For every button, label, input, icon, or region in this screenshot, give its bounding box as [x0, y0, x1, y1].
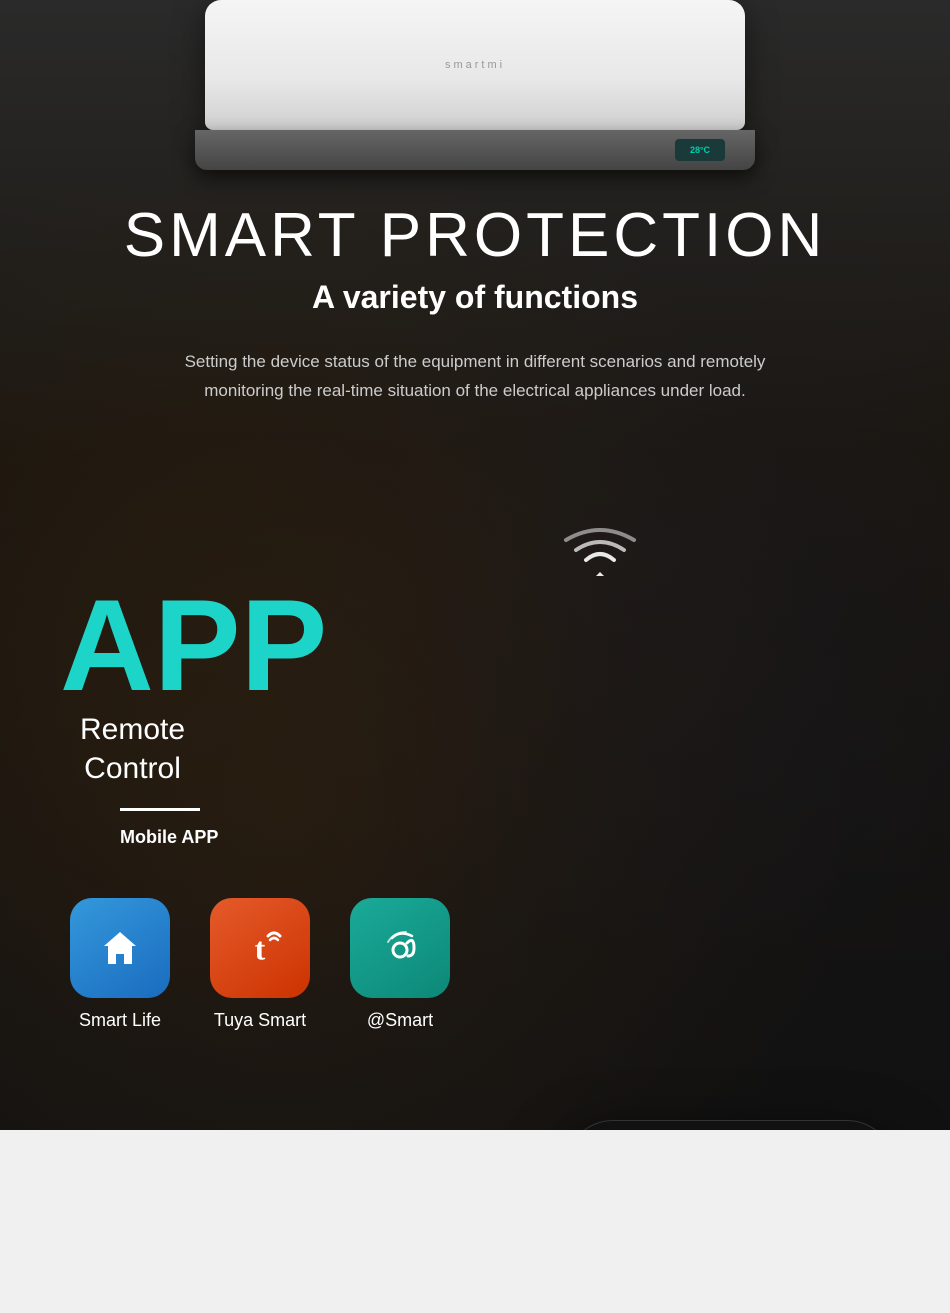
ac-display: 28°C	[675, 139, 725, 161]
at-smart-icon	[350, 898, 450, 998]
split-layout: APP Remote Control Mobile APP	[0, 560, 950, 1031]
hero-description: Setting the device status of the equipme…	[165, 348, 785, 406]
page-wrapper: smartmi 28°C SMART PROTECTION A variety …	[0, 0, 950, 1313]
tuya-icon: t	[210, 898, 310, 998]
bottom-section	[0, 1130, 950, 1313]
app-icon-tuya: t Tuya Smart	[210, 898, 310, 1031]
app-title: APP	[60, 580, 327, 710]
divider	[120, 808, 200, 811]
main-headline: SMART PROTECTION	[124, 200, 826, 271]
phone-container: ‹ ATQCB2L-CIRCUIT BREAKERS ✎ Total_Ele(k…	[540, 1120, 920, 1130]
svg-text:t: t	[255, 931, 266, 967]
at-smart-label: @Smart	[367, 1010, 433, 1031]
sub-headline: A variety of functions	[312, 279, 638, 316]
hero-content: SMART PROTECTION A variety of functions …	[0, 200, 950, 456]
ac-brand: smartmi	[445, 59, 505, 71]
app-icon-at-smart: @Smart	[350, 898, 450, 1031]
remote-control-label: Remote Control	[80, 710, 185, 788]
app-icon-smart-life: Smart Life	[70, 898, 170, 1031]
top-section: smartmi 28°C SMART PROTECTION A variety …	[0, 0, 950, 1130]
ac-bottom: 28°C	[195, 130, 755, 170]
tuya-label: Tuya Smart	[214, 1010, 306, 1031]
app-icons-row: Smart Life t Tuya Smart	[70, 898, 450, 1031]
mobile-app-label: Mobile APP	[120, 827, 218, 848]
smart-life-label: Smart Life	[79, 1010, 161, 1031]
left-panel: APP Remote Control Mobile APP	[40, 560, 460, 1031]
ac-unit: smartmi 28°C	[185, 0, 765, 200]
smart-life-icon	[70, 898, 170, 998]
ac-body: smartmi	[205, 0, 745, 130]
phone-mockup: ‹ ATQCB2L-CIRCUIT BREAKERS ✎ Total_Ele(k…	[565, 1120, 895, 1130]
